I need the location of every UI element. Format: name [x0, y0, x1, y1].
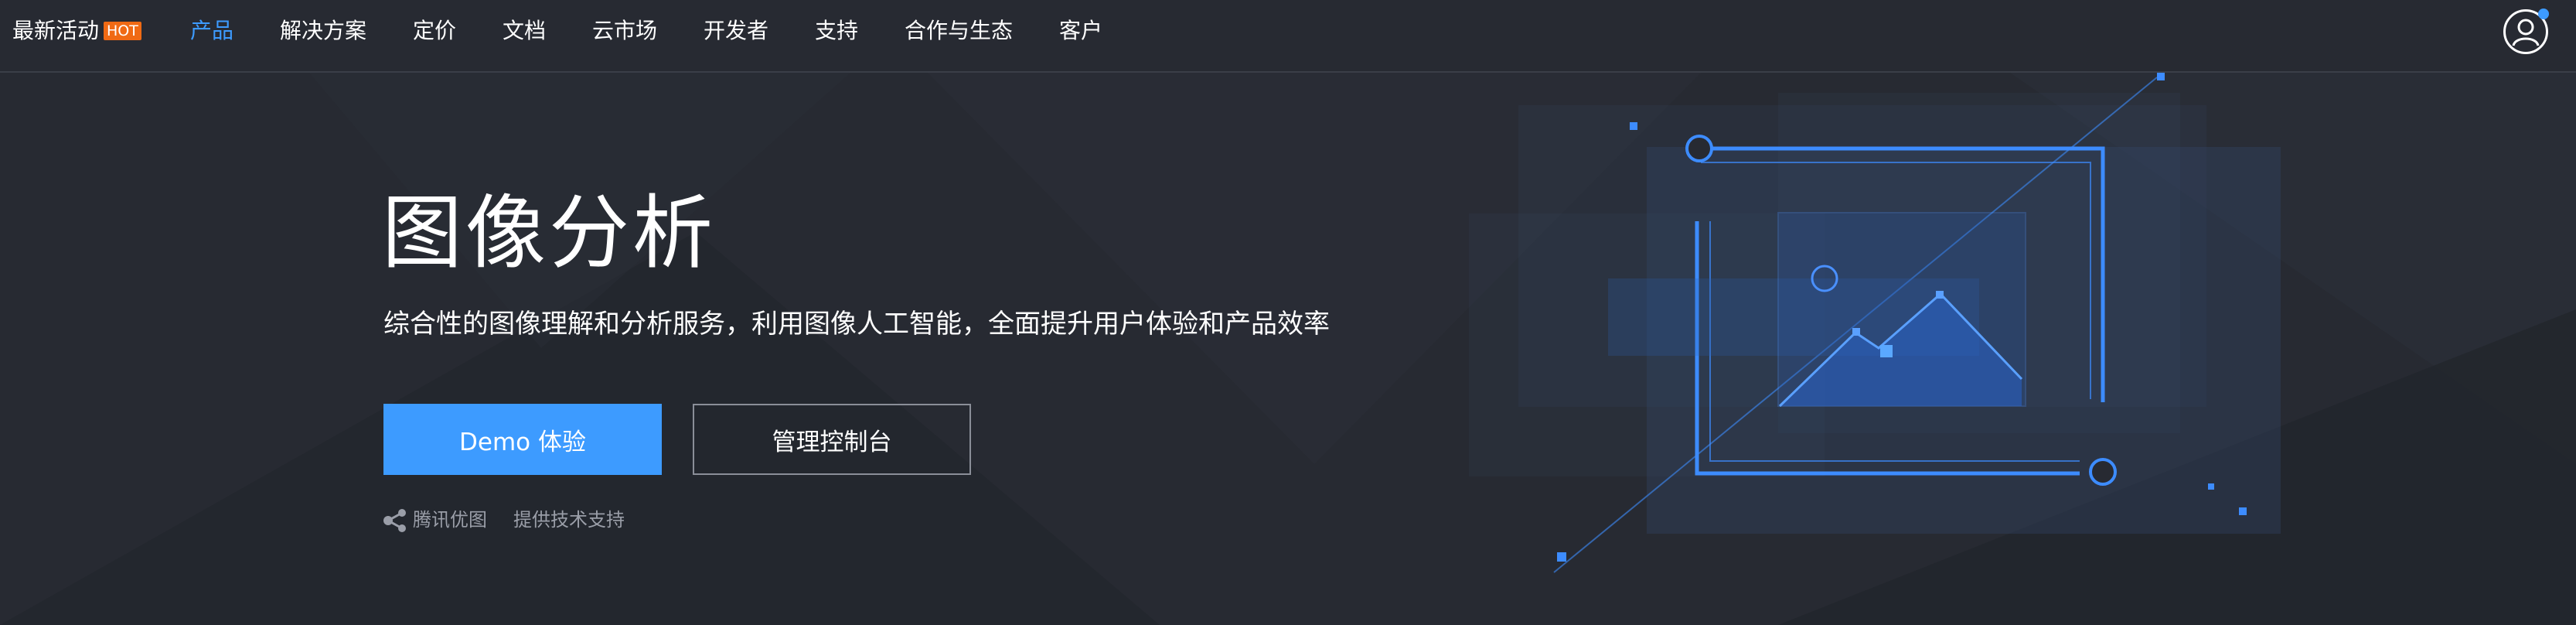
nav-item-marketplace[interactable]: 云市场: [592, 17, 657, 45]
nav-item-latest-activity[interactable]: 最新活动 HOT: [12, 17, 141, 45]
youtu-logo-icon: [382, 507, 408, 534]
notification-dot: [2538, 9, 2549, 19]
tech-support-text: 提供技术支持: [513, 504, 625, 535]
nav-item-partners[interactable]: 合作与生态: [905, 17, 1013, 45]
nav-item-developers[interactable]: 开发者: [704, 17, 768, 45]
demo-button[interactable]: Demo 体验: [383, 404, 662, 475]
page: 最新活动 HOT 产品 解决方案 定价 文档 云市场 开发者 支持 合作与生态 客…: [0, 0, 2576, 625]
nav-item-products[interactable]: 产品: [190, 17, 233, 45]
hot-badge: HOT: [104, 22, 141, 40]
nav-item-support[interactable]: 支持: [815, 17, 858, 45]
nav-item-label: 最新活动: [12, 18, 99, 43]
page-title: 图像分析: [382, 183, 716, 283]
page-subtitle: 综合性的图像理解和分析服务，利用图像人工智能，全面提升用户体验和产品效率: [383, 306, 1330, 342]
nav-item-pricing[interactable]: 定价: [413, 17, 456, 45]
image-analysis-illustration: [1461, 62, 2296, 588]
nav-item-customers[interactable]: 客户: [1059, 17, 1102, 45]
console-button[interactable]: 管理控制台: [693, 404, 971, 475]
nav-item-docs[interactable]: 文档: [503, 17, 546, 45]
user-avatar-icon[interactable]: [2503, 9, 2548, 54]
youtu-brand-link[interactable]: 腾讯优图: [413, 504, 487, 535]
nav-item-solutions[interactable]: 解决方案: [280, 17, 366, 45]
